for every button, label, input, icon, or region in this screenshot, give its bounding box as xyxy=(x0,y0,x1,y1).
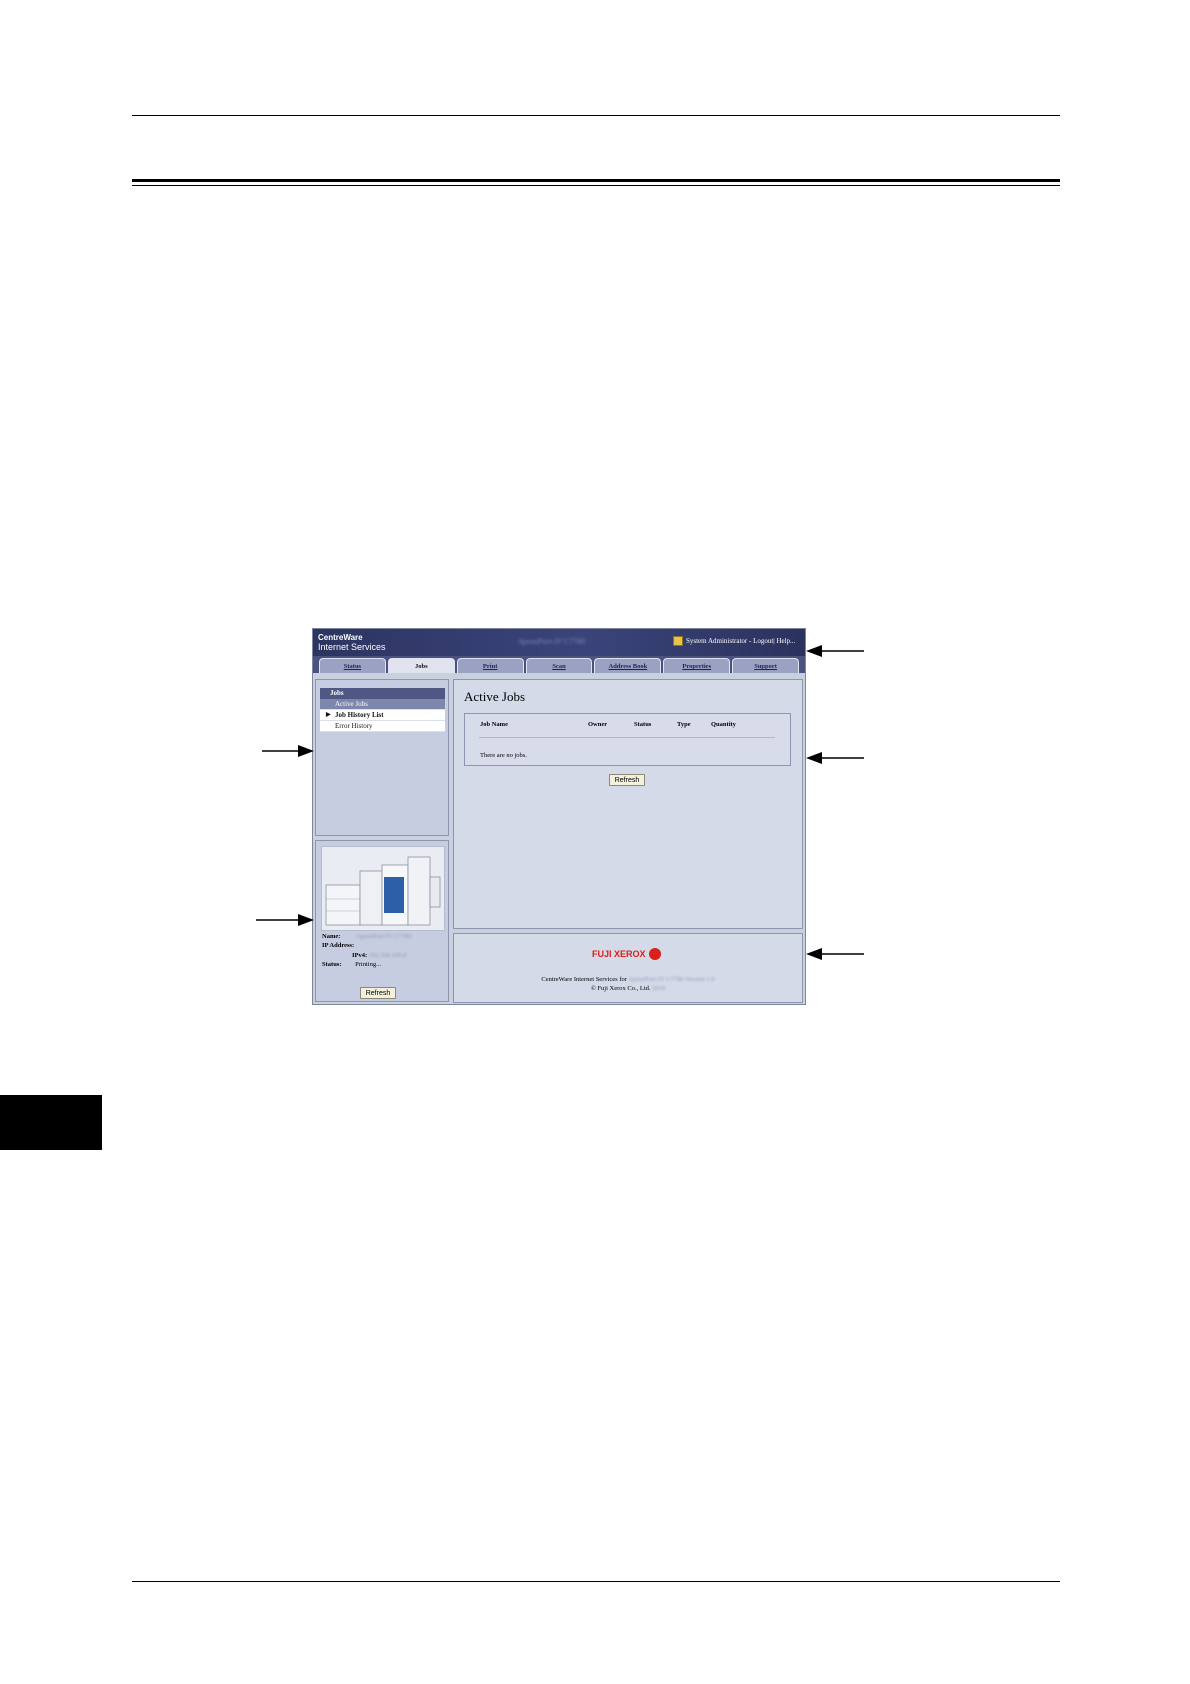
page-title: Active Jobs xyxy=(464,689,526,704)
tab-support[interactable]: Support xyxy=(732,658,800,673)
xerox-ball-icon xyxy=(648,948,661,960)
admin-text[interactable]: System Administrator - Logout| Help... xyxy=(686,637,795,645)
device-name-title: ApeosPort-IV C7780 xyxy=(518,637,586,646)
top-banner: CentreWare Internet Services ApeosPort-I… xyxy=(313,629,805,656)
footer-rule xyxy=(132,1581,1060,1582)
ipv4-label: IPv4: xyxy=(352,952,368,959)
printer-illustration-icon xyxy=(325,856,441,926)
nav-item-label: Job History List xyxy=(335,711,384,719)
nav-item-job-history-list[interactable]: ▶ Job History List xyxy=(320,710,445,721)
ipv4-row: IPv4: 192.168.100.4 xyxy=(352,952,406,959)
callout-arrow-menu-frame xyxy=(262,745,314,757)
brand-line-1: CentreWare xyxy=(318,633,363,642)
col-owner[interactable]: Owner xyxy=(588,721,607,728)
callout-arrow-footer-frame xyxy=(806,948,864,960)
ip-label: IP Address: xyxy=(322,942,355,949)
footer-line-1: CentreWare Internet Services for ApeosPo… xyxy=(454,976,802,983)
tab-scan[interactable]: Scan xyxy=(525,658,593,673)
header-rule xyxy=(132,115,1060,116)
table-divider xyxy=(479,737,775,738)
caret-right-icon: ▶ xyxy=(326,712,331,718)
main-tabs: Status Jobs Print Scan Address Book Prop… xyxy=(313,656,805,673)
brand-line-2: Internet Services xyxy=(318,642,386,652)
jobs-table: Job Name Owner Status Type Quantity Ther… xyxy=(464,713,791,766)
chapter-tab xyxy=(0,1095,102,1150)
empty-message: There are no jobs. xyxy=(480,752,527,759)
main-panel: Active Jobs Job Name Owner Status Type Q… xyxy=(453,679,803,929)
name-label: Name: xyxy=(322,933,341,940)
ip-address-row: IP Address: xyxy=(322,942,354,949)
footer-line-1-text: CentreWare Internet Services for xyxy=(541,976,627,983)
refresh-button[interactable]: Refresh xyxy=(609,774,645,786)
tab-jobs[interactable]: Jobs xyxy=(387,658,455,673)
admin-links[interactable]: System Administrator - Logout| Help... xyxy=(673,636,795,646)
logo-text: FUJI XEROX xyxy=(592,949,646,959)
section-rule-thick xyxy=(132,179,1060,182)
callout-arrow-device-frame xyxy=(256,914,314,926)
footer-line-2-text: © Fuji Xerox Co., Ltd. xyxy=(590,985,651,992)
device-refresh-button[interactable]: Refresh xyxy=(360,987,396,999)
cws-screenshot-figure: CentreWare Internet Services ApeosPort-I… xyxy=(312,628,806,1005)
footer-line-1-blurred: ApeosPort-IV C7780 Version 1.0 xyxy=(628,976,715,983)
menu-frame: Jobs Active Jobs ▶ Job History List Erro… xyxy=(315,679,449,836)
device-panel: Name: ApeosPort-IV C7780 IP Address: IPv… xyxy=(315,840,449,1002)
nav-item-error-history[interactable]: Error History xyxy=(320,721,445,732)
footer-panel: FUJI XEROX CentreWare Internet Services … xyxy=(453,933,803,1003)
tab-properties[interactable]: Properties xyxy=(663,658,731,673)
section-rule-thin xyxy=(132,185,1060,186)
tab-print[interactable]: Print xyxy=(456,658,524,673)
status-label: Status: xyxy=(322,961,342,968)
fuji-xerox-logo: FUJI XEROX xyxy=(592,948,661,960)
ipv4-value: 192.168.100.4 xyxy=(368,952,407,959)
col-status[interactable]: Status xyxy=(634,721,651,728)
callout-arrow-main-frame xyxy=(806,752,864,764)
footer-line-2-blurred: 2010 xyxy=(652,985,666,992)
device-image xyxy=(321,846,445,931)
col-type[interactable]: Type xyxy=(677,721,691,728)
tab-status[interactable]: Status xyxy=(319,658,386,673)
user-icon xyxy=(673,636,683,646)
col-job-name[interactable]: Job Name xyxy=(480,721,508,728)
col-quantity[interactable]: Quantity xyxy=(711,721,736,728)
nav-item-active-jobs[interactable]: Active Jobs xyxy=(320,699,445,710)
footer-line-2: © Fuji Xerox Co., Ltd. 2010 xyxy=(454,985,802,992)
callout-arrow-top-frame xyxy=(806,645,864,657)
nav-heading: Jobs xyxy=(320,688,445,699)
name-value: ApeosPort-IV C7780 xyxy=(356,933,412,940)
status-value: Printing... xyxy=(355,961,381,968)
tab-address-book[interactable]: Address Book xyxy=(594,658,662,673)
device-name-row: Name: ApeosPort-IV C7780 xyxy=(322,933,411,940)
status-row: Status: Printing... xyxy=(322,961,381,968)
